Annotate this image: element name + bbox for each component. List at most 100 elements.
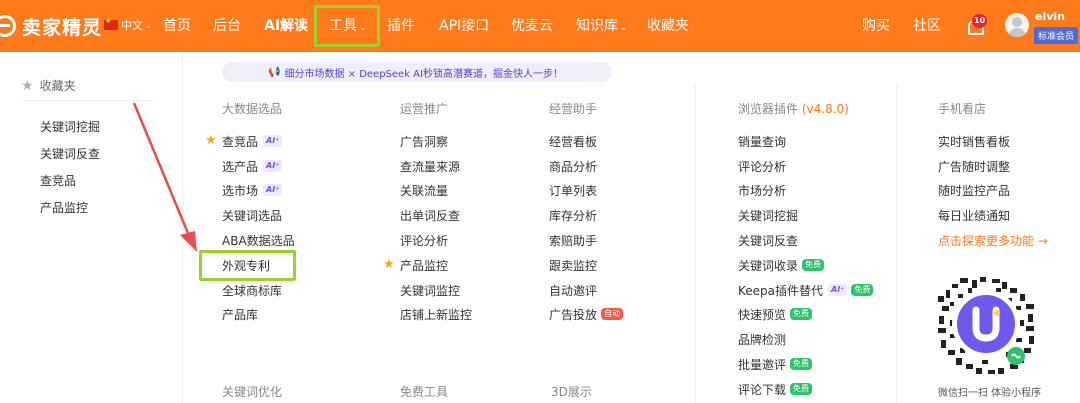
menu-item-ad-adjust[interactable]: 广告随时调整 xyxy=(938,158,1010,174)
column-title-mobile: 手机看店 xyxy=(938,102,987,116)
menu-item-quick-preview[interactable]: 快速预览 免费 xyxy=(738,306,813,322)
logo-icon xyxy=(0,15,16,37)
menu-item-monitor-products[interactable]: 随时监控产品 xyxy=(938,182,1010,198)
sidebar-item-competitor[interactable]: 查竞品 xyxy=(40,172,76,189)
menu-item-plugin-keyword-mining[interactable]: 关键词挖掘 xyxy=(738,207,798,223)
menu-item-find-competitor[interactable]: 查竞品 AI⁺ xyxy=(222,133,283,149)
menu-item-realtime-sales[interactable]: 实时销售看板 xyxy=(938,133,1010,149)
sidebar-title: 收藏夹 xyxy=(39,79,76,93)
menu-item-label: 索赔助手 xyxy=(549,233,598,248)
menu-item-keyword-select[interactable]: 关键词选品 xyxy=(222,207,282,223)
sidebar-header: ★ 收藏夹 xyxy=(21,77,76,94)
favorites-sidebar: ★ 收藏夹 关键词挖掘 关键词反查 查竞品 产品监控 xyxy=(0,52,183,403)
menu-item-product-analysis[interactable]: 商品分析 xyxy=(549,158,597,174)
menu-item-label: 产品库 xyxy=(222,307,259,322)
sidebar-item-product-monitor[interactable]: 产品监控 xyxy=(40,199,88,216)
menu-item-business-dashboard[interactable]: 经营看板 xyxy=(549,133,597,149)
ai-tag: AI⁺ xyxy=(263,160,283,172)
brand-logo[interactable]: 卖家精灵 xyxy=(0,12,102,40)
menu-item-claim-assistant[interactable]: 索赔助手 xyxy=(549,232,597,248)
menu-item-select-product[interactable]: 选产品 AI⁺ xyxy=(222,158,283,174)
nav-buy[interactable]: 购买 xyxy=(862,15,890,35)
menu-item-label: ABA数据选品 xyxy=(222,233,295,248)
menu-item-aba-data[interactable]: ABA数据选品 xyxy=(222,232,295,248)
menu-item-label: 批量邀评 xyxy=(738,357,787,372)
menu-item-product-monitor[interactable]: 产品监控 xyxy=(400,257,448,273)
menu-item-inventory-analysis[interactable]: 库存分析 xyxy=(549,207,597,223)
menu-item-related-traffic[interactable]: 关联流量 xyxy=(400,182,448,198)
nav-backend[interactable]: 后台 xyxy=(213,15,241,35)
menu-item-brand-check[interactable]: 品牌检测 xyxy=(738,331,786,347)
nav-youmaiyun[interactable]: 优麦云 xyxy=(511,15,553,35)
menu-item-hijack-monitor[interactable]: 跟卖监控 xyxy=(549,257,597,273)
nav-api[interactable]: API接口 xyxy=(439,15,489,35)
menu-item-product-db[interactable]: 产品库 xyxy=(222,306,258,322)
menu-item-batch-review-request[interactable]: 批量邀评 免费 xyxy=(738,356,813,372)
menu-item-plugin-keyword-reverse[interactable]: 关键词反查 xyxy=(738,232,798,248)
menu-item-keyword-monitor[interactable]: 关键词监控 xyxy=(400,282,460,298)
nav-ai-interpret[interactable]: AI解读 xyxy=(264,15,308,35)
username[interactable]: elvin xyxy=(1035,10,1065,23)
menu-item-ad-insight[interactable]: 广告洞察 xyxy=(400,133,448,149)
menu-item-market-analysis[interactable]: 市场分析 xyxy=(738,182,786,198)
ai-tag: AI⁺ xyxy=(263,135,283,147)
sidebar-item-keyword-mining[interactable]: 关键词挖掘 xyxy=(40,118,100,135)
menu-item-review-analysis[interactable]: 评论分析 xyxy=(400,232,448,248)
brand-name: 卖家精灵 xyxy=(22,16,103,39)
nav-plugins[interactable]: 插件 xyxy=(387,15,415,35)
menu-item-label: 出单词反查 xyxy=(400,208,461,223)
menu-item-sales-query[interactable]: 销量查询 xyxy=(738,133,786,149)
menu-item-label: 每日业绩通知 xyxy=(938,208,1011,223)
menu-item-store-new-monitor[interactable]: 店铺上新监控 xyxy=(400,306,472,322)
explore-more-link[interactable]: 点击探索更多功能 → xyxy=(938,232,1048,248)
menu-item-auto-review-request[interactable]: 自动邀评 xyxy=(549,282,597,298)
menu-item-plugin-review-analysis[interactable]: 评论分析 xyxy=(738,158,786,174)
menu-item-label: 选产品 xyxy=(222,159,259,174)
menu-item-label: 关键词选品 xyxy=(222,208,283,223)
menu-item-keyword-index[interactable]: 关键词收录 免费 xyxy=(738,257,825,273)
nav-home[interactable]: 首页 xyxy=(163,15,191,35)
menu-item-keepa-alternative[interactable]: Keepa插件替代 AI⁺ 免费 xyxy=(738,282,874,298)
top-nav-bar: 卖家精灵 中文 ⌄ 首页 后台 AI解读 工具⌄ 插件 API接口 优麦云 知识… xyxy=(0,0,1080,52)
nav-community[interactable]: 社区 xyxy=(913,15,941,35)
menu-item-trademark-db[interactable]: 全球商标库 xyxy=(222,282,282,298)
menu-item-label: 经营看板 xyxy=(549,134,598,149)
menu-item-select-market[interactable]: 选市场 AI⁺ xyxy=(222,182,283,198)
star-icon: ★ xyxy=(21,77,34,94)
menu-item-label: 随时监控产品 xyxy=(938,183,1011,198)
menu-item-label: 快速预览 xyxy=(738,307,787,322)
tools-highlight-box xyxy=(314,5,380,47)
menu-item-order-list[interactable]: 订单列表 xyxy=(549,182,597,198)
favorite-star-icon[interactable]: ★ xyxy=(205,133,217,148)
menu-item-ad-placement[interactable]: 广告投放 自动 xyxy=(549,306,624,322)
menu-item-review-download[interactable]: 评论下载 免费 xyxy=(738,381,813,397)
menu-item-daily-performance[interactable]: 每日业绩通知 xyxy=(938,207,1010,223)
nav-favorites[interactable]: 收藏夹 xyxy=(647,15,689,35)
promo-banner[interactable]: 📢 细分市场数据 × DeepSeek AI秒锁高潜赛道，掘金快人一步！ xyxy=(222,62,612,82)
chevron-down-icon: ⌄ xyxy=(145,20,152,30)
menu-item-label: 自动邀评 xyxy=(549,283,598,298)
favorite-star-icon[interactable]: ★ xyxy=(383,257,395,272)
banner-text: 细分市场数据 × DeepSeek AI秒锁高潜赛道，掘金快人一步！ xyxy=(284,68,563,80)
free-tag: 免费 xyxy=(790,383,813,395)
sidebar-item-keyword-reverse[interactable]: 关键词反查 xyxy=(40,145,100,162)
nav-kb-label: 知识库 xyxy=(576,18,618,34)
china-flag-icon xyxy=(104,17,118,30)
menu-item-order-keyword[interactable]: 出单词反查 xyxy=(400,207,460,223)
free-tag: 免费 xyxy=(790,358,813,370)
menu-item-label: 产品监控 xyxy=(400,258,449,273)
plugin-version: (v4.8.0) xyxy=(801,102,849,116)
column-title-keyword-opt: 关键词优化 xyxy=(222,385,283,399)
menu-item-label: 订单列表 xyxy=(549,183,598,198)
menu-item-traffic-source[interactable]: 查流量来源 xyxy=(400,158,460,174)
user-avatar[interactable] xyxy=(1005,13,1029,37)
menu-item-label: 关联流量 xyxy=(400,183,449,198)
menu-item-label: 关键词收录 xyxy=(738,258,799,273)
language-switcher[interactable]: 中文 ⌄ xyxy=(104,17,152,33)
mini-program-qr-code xyxy=(938,277,1034,374)
menu-item-label: 销量查询 xyxy=(738,134,787,149)
plugin-title: 浏览器插件 xyxy=(738,102,799,116)
column-title-3d: 3D展示 xyxy=(551,385,592,399)
column-title-free-tools: 免费工具 xyxy=(400,385,449,399)
nav-knowledge-base[interactable]: 知识库 ⌄ xyxy=(576,15,628,35)
